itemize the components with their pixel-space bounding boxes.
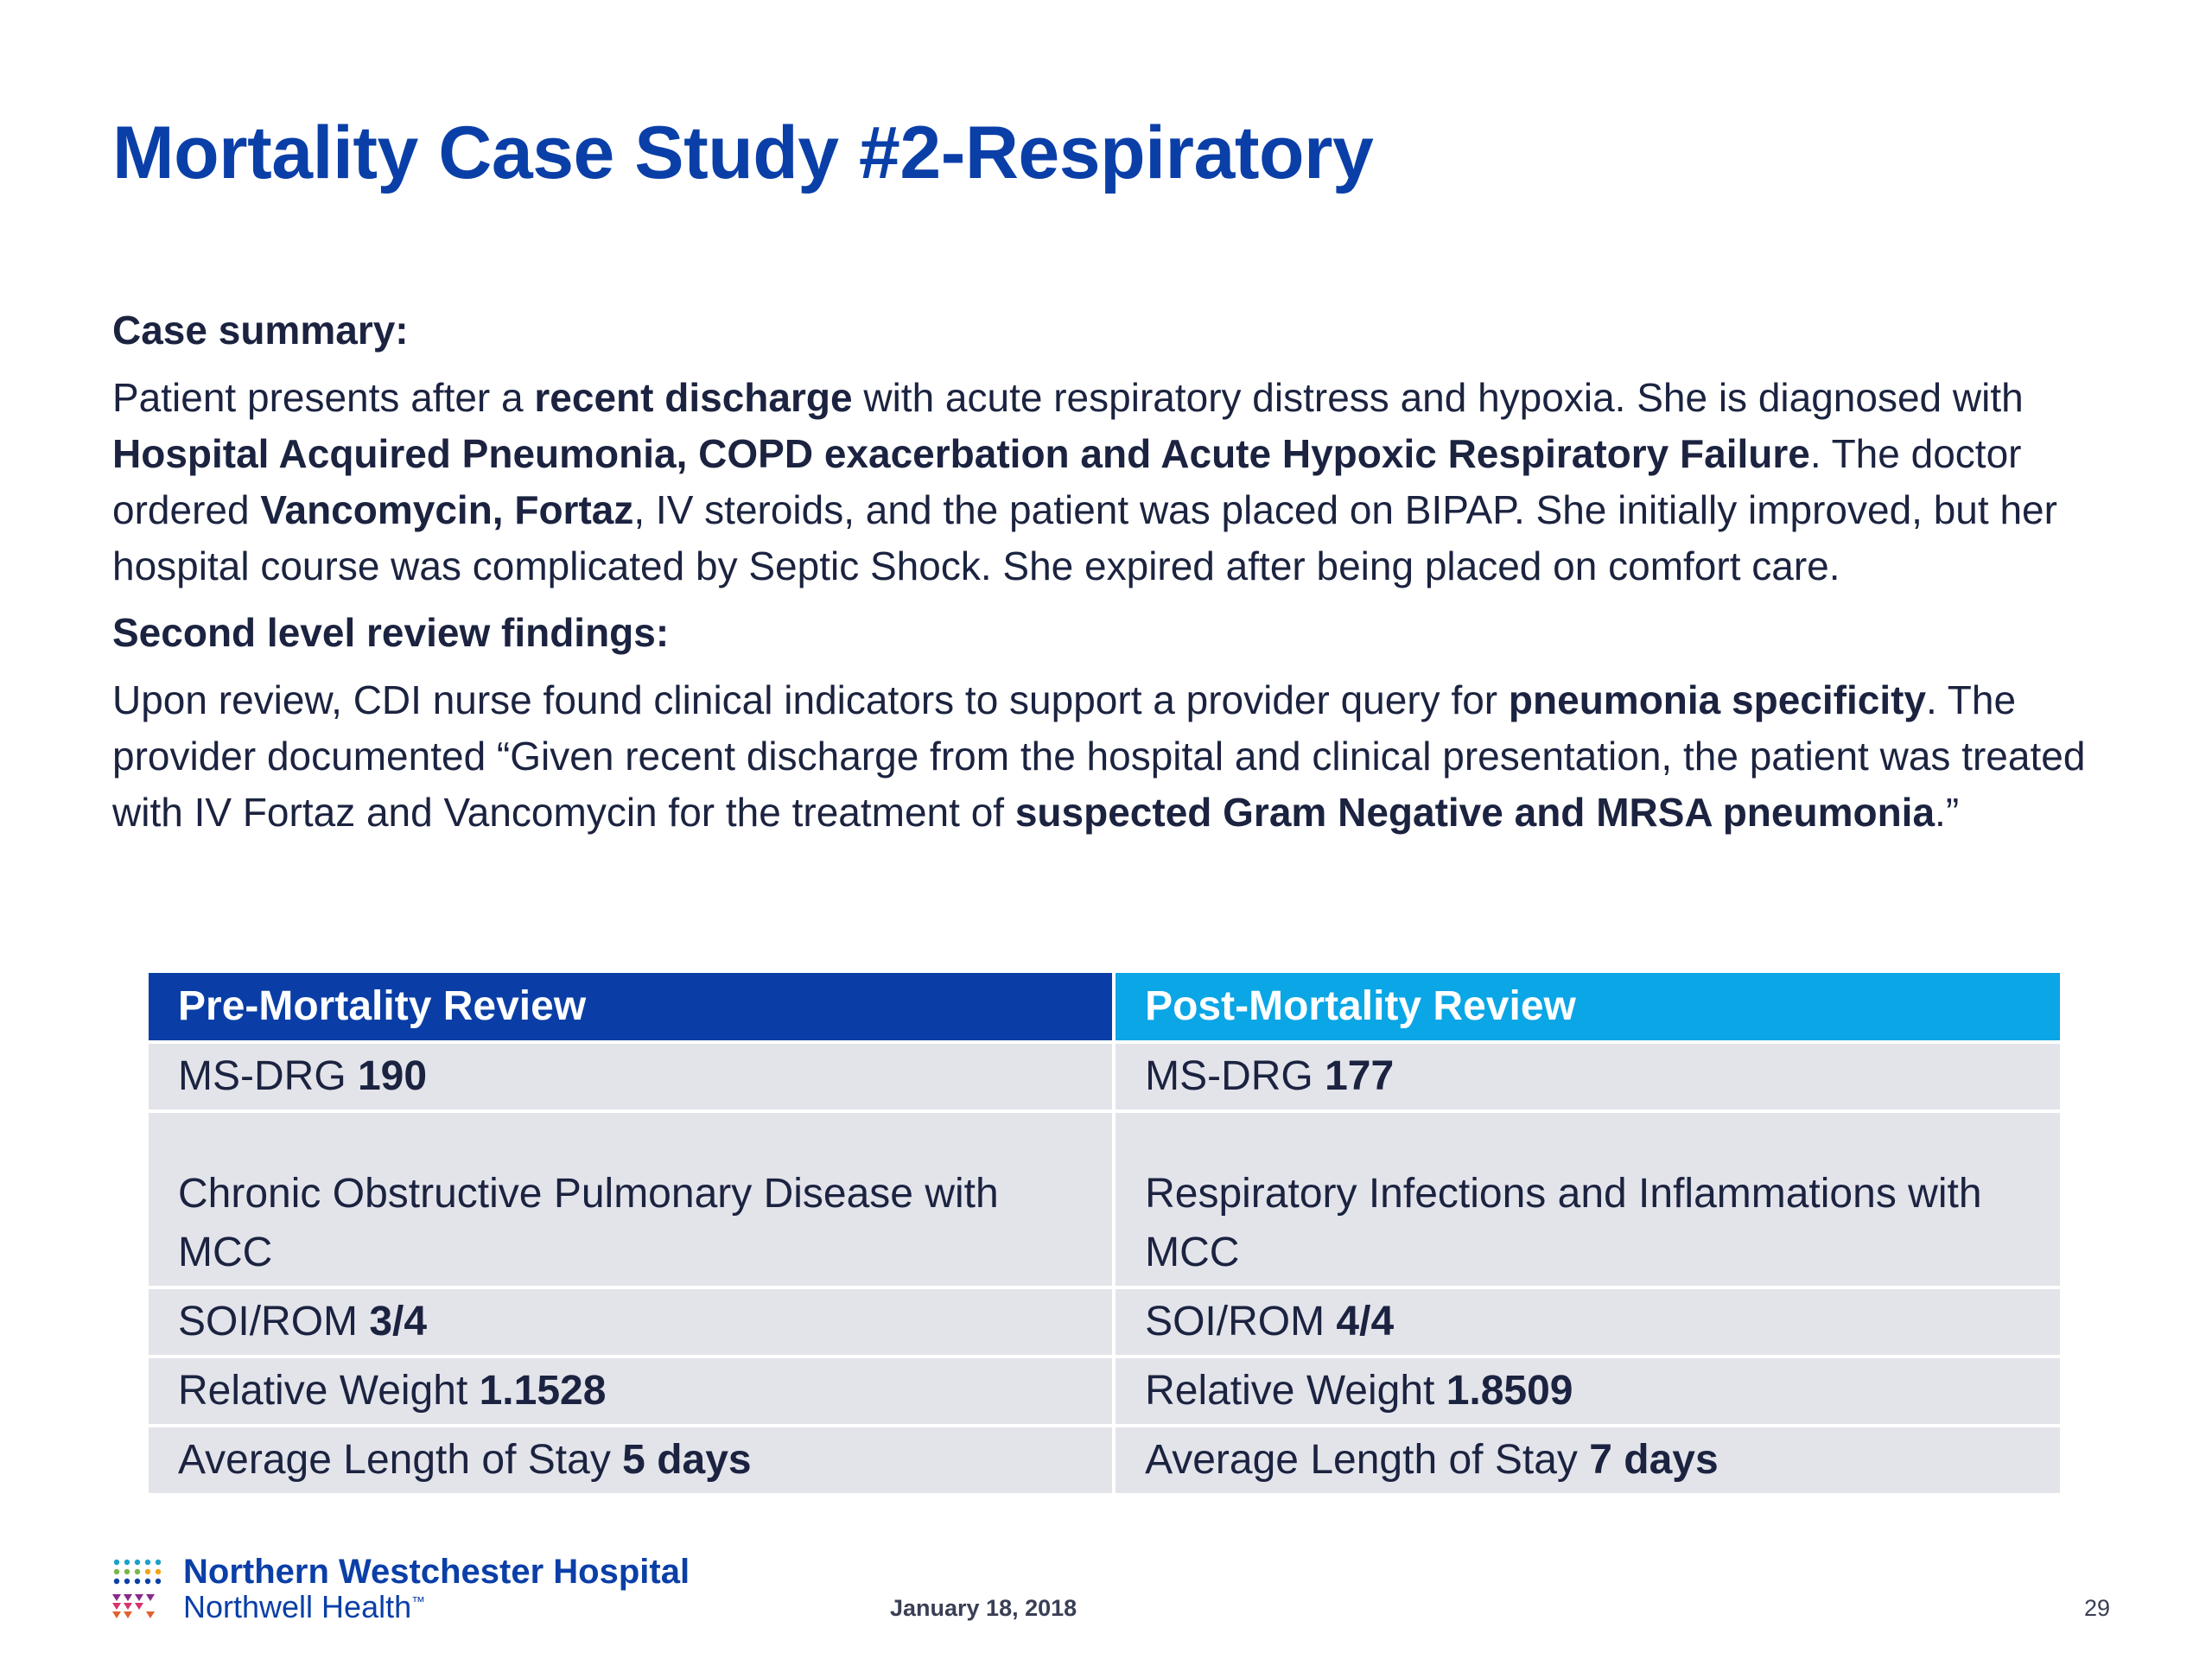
pre-value: 190 xyxy=(357,1053,428,1099)
post-value: 7 days xyxy=(1589,1437,1719,1483)
post-label: SOI/ROM xyxy=(1145,1299,1337,1344)
logo-row-2: Northwell Health™ xyxy=(112,1586,690,1624)
post-cell-drg-description: Respiratory Infections and Inflammations… xyxy=(1112,1109,2063,1289)
pre-label: Relative Weight xyxy=(178,1368,480,1414)
pre-label: MS-DRG xyxy=(178,1053,358,1099)
pre-value: 3/4 xyxy=(369,1299,428,1344)
logo-health-name: Northwell Health™ xyxy=(183,1586,425,1624)
case-summary-text: Patient presents after a recent discharg… xyxy=(112,370,2117,594)
comparison-table: Pre-Mortality Review Post-Mortality Revi… xyxy=(144,969,2063,1497)
post-cell-soi-rom: SOI/ROM 4/4 xyxy=(1112,1286,2063,1358)
table-row: SOI/ROM 3/4 SOI/ROM 4/4 xyxy=(144,1286,2063,1358)
post-label: MS-DRG xyxy=(1145,1053,1325,1099)
case-summary-bold-1: recent discharge xyxy=(534,375,853,420)
slide: Mortality Case Study #2-Respiratory Case… xyxy=(0,0,2212,1659)
pre-mortality-header: Pre-Mortality Review xyxy=(144,969,1116,1044)
table-row: Chronic Obstructive Pulmonary Disease wi… xyxy=(144,1109,2063,1289)
pre-cell-drg-description: Chronic Obstructive Pulmonary Disease wi… xyxy=(144,1109,1116,1289)
post-cell-ms-drg: MS-DRG 177 xyxy=(1112,1040,2063,1113)
pre-label: SOI/ROM xyxy=(178,1299,370,1344)
slide-content: Case summary: Patient presents after a r… xyxy=(112,302,2117,851)
review-findings-text: Upon review, CDI nurse found clinical in… xyxy=(112,672,2117,841)
post-value: 4/4 xyxy=(1336,1299,1395,1344)
case-summary-bold-3: Vancomycin, Fortaz xyxy=(260,487,634,532)
pre-cell-relative-weight: Relative Weight 1.1528 xyxy=(144,1355,1116,1427)
case-summary-bold-2: Hospital Acquired Pneumonia, COPD exacer… xyxy=(112,431,1810,476)
pre-label: Average Length of Stay xyxy=(178,1437,623,1483)
pre-cell-ms-drg: MS-DRG 190 xyxy=(144,1040,1116,1113)
post-label: Relative Weight xyxy=(1145,1368,1446,1414)
slide-title: Mortality Case Study #2-Respiratory xyxy=(112,111,1374,194)
table-header-row: Pre-Mortality Review Post-Mortality Revi… xyxy=(144,969,2063,1044)
logo-hospital-name: Northern Westchester Hospital xyxy=(183,1553,690,1591)
pre-label: Chronic Obstructive Pulmonary Disease wi… xyxy=(178,1171,999,1275)
logo-row-1: Northern Westchester Hospital xyxy=(112,1553,690,1591)
dot-grid-logo-icon xyxy=(113,1559,162,1585)
post-value: 1.8509 xyxy=(1446,1368,1573,1414)
post-value: 177 xyxy=(1325,1053,1395,1099)
pre-value: 1.1528 xyxy=(479,1368,607,1414)
pre-cell-soi-rom: SOI/ROM 3/4 xyxy=(144,1286,1116,1358)
review-findings-heading: Second level review findings: xyxy=(112,610,670,655)
case-summary-heading: Case summary: xyxy=(112,308,409,353)
footer-date: January 18, 2018 xyxy=(890,1595,1077,1621)
logo-health-name-text: Northwell Health xyxy=(183,1588,412,1624)
table-row: Relative Weight 1.1528 Relative Weight 1… xyxy=(144,1355,2063,1427)
pre-cell-length-of-stay: Average Length of Stay 5 days xyxy=(144,1424,1116,1497)
northwell-logo-icon xyxy=(112,1594,155,1618)
hospital-logo: Northern Westchester Hospital Northwell … xyxy=(112,1553,690,1624)
trademark-symbol: ™ xyxy=(411,1594,426,1610)
table-row: Average Length of Stay 5 days Average Le… xyxy=(144,1424,2063,1497)
review-findings-bold-2: suspected Gram Negative and MRSA pneumon… xyxy=(1014,790,1936,835)
review-findings-text-3: .” xyxy=(1935,790,1960,835)
page-number: 29 xyxy=(2084,1595,2111,1621)
case-summary-text-2: with acute respiratory distress and hypo… xyxy=(852,375,2024,420)
review-findings-text-1: Upon review, CDI nurse found clinical in… xyxy=(112,677,1509,722)
pre-value: 5 days xyxy=(622,1437,752,1483)
case-summary-text-1: Patient presents after a xyxy=(112,375,535,420)
post-label: Average Length of Stay xyxy=(1145,1437,1590,1483)
post-mortality-header: Post-Mortality Review xyxy=(1112,969,2063,1044)
post-cell-relative-weight: Relative Weight 1.8509 xyxy=(1112,1355,2063,1427)
post-cell-length-of-stay: Average Length of Stay 7 days xyxy=(1112,1424,2063,1497)
table-row: MS-DRG 190 MS-DRG 177 xyxy=(144,1040,2063,1113)
review-findings-bold-1: pneumonia specificity xyxy=(1508,677,1927,722)
post-label: Respiratory Infections and Inflammations… xyxy=(1145,1171,1982,1275)
